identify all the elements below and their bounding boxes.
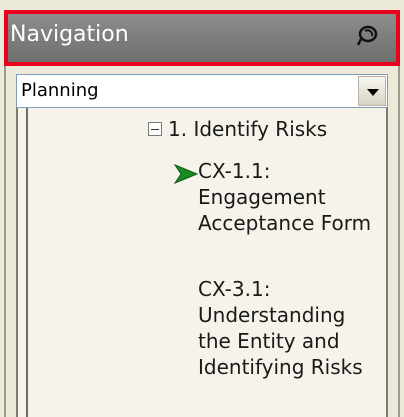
- phase-dropdown[interactable]: Planning: [16, 74, 388, 108]
- collapse-icon[interactable]: [148, 122, 162, 136]
- pin-icon[interactable]: [354, 23, 380, 49]
- tree-item-line: Acceptance Form: [198, 211, 372, 235]
- tree-item-line: Understanding: [198, 303, 346, 327]
- tree-item-line: Identifying Risks: [198, 355, 363, 379]
- navigation-title: Navigation: [10, 22, 129, 47]
- tree-item-line: Engagement: [198, 185, 326, 209]
- navigation-tree: 1. Identify Risks CX-1.1: Engagement Acc…: [16, 108, 388, 417]
- navigation-panel: Navigation Planning 1. Identify Risks CX…: [0, 0, 404, 417]
- green-arrow-icon: [174, 164, 198, 184]
- tree-guide-line: [26, 108, 28, 417]
- tree-item-line: CX-3.1:: [198, 277, 271, 301]
- chevron-down-icon[interactable]: [358, 76, 386, 106]
- tree-item-cx-3-1[interactable]: CX-3.1: Understanding the Entity and Ide…: [198, 276, 363, 380]
- tree-section-identify-risks[interactable]: 1. Identify Risks: [168, 116, 327, 142]
- phase-dropdown-value: Planning: [21, 80, 99, 101]
- navigation-header[interactable]: Navigation: [4, 10, 400, 66]
- tree-item-line: the Entity and: [198, 329, 340, 353]
- tree-item-cx-1-1[interactable]: CX-1.1: Engagement Acceptance Form: [198, 158, 371, 236]
- tree-item-line: CX-1.1:: [198, 159, 271, 183]
